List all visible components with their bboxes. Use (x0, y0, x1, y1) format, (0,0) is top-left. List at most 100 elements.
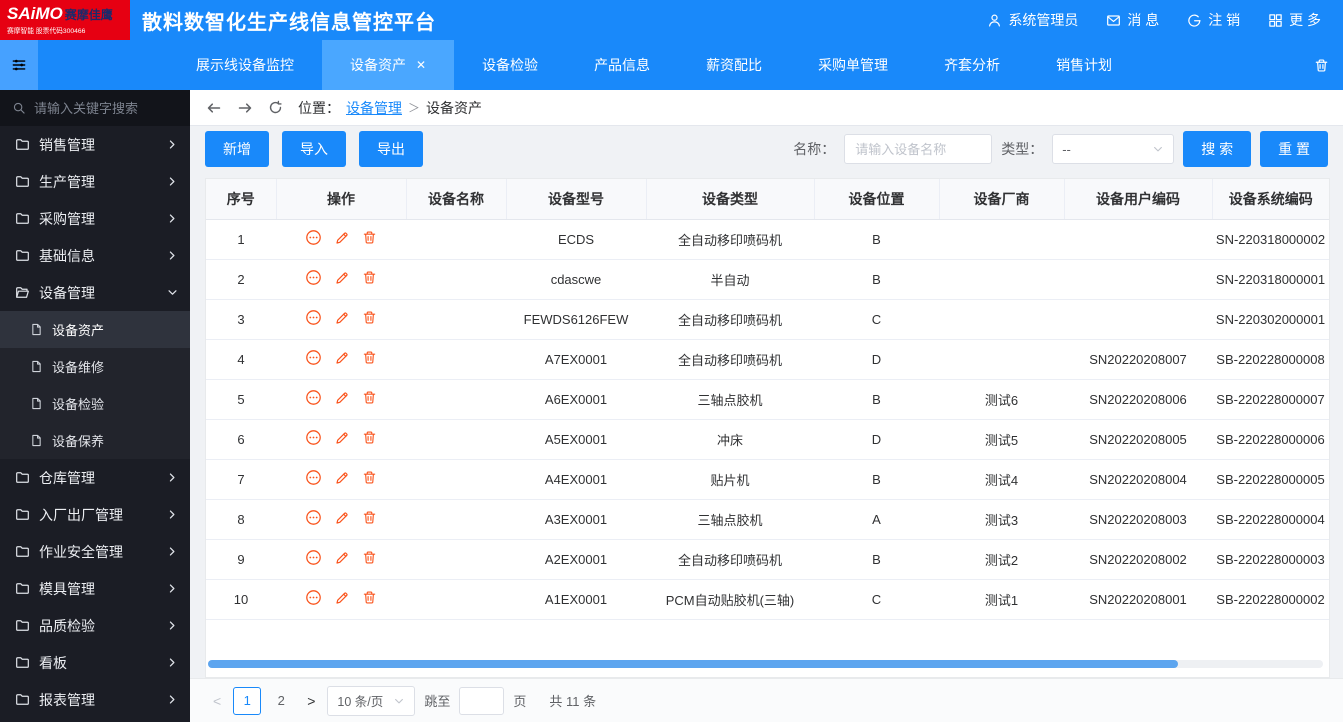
row-action-buttons (305, 469, 377, 486)
main-content: 位置： 设备管理 ＞ 设备资产 新增 导入 导出 名称： 类型： -- 搜 索 … (190, 90, 1343, 722)
header-action-messages[interactable]: 消 息 (1106, 10, 1159, 30)
sidebar-item-basic-info[interactable]: 基础信息 (0, 237, 190, 274)
edit-icon[interactable] (334, 350, 350, 366)
scrollbar-thumb[interactable] (208, 660, 1178, 668)
chevron-right-icon (167, 250, 178, 261)
edit-icon[interactable] (334, 430, 350, 446)
forward-icon[interactable] (237, 100, 253, 116)
delete-icon[interactable] (362, 590, 377, 605)
more-icon[interactable] (305, 549, 322, 566)
nav-tab-salary-ratio[interactable]: 薪资配比 (678, 40, 790, 90)
cell-model: A6EX0001 (506, 379, 646, 419)
delete-icon[interactable] (362, 270, 377, 285)
delete-icon[interactable] (362, 390, 377, 405)
sidebar-subitem-equipment-asset[interactable]: 设备资产 (0, 311, 190, 348)
delete-icon[interactable] (362, 510, 377, 525)
chevron-right-icon (167, 583, 178, 594)
nav-tab-product-info[interactable]: 产品信息 (566, 40, 678, 90)
header-action-label: 更 多 (1289, 10, 1321, 30)
sidebar-item-kanban[interactable]: 看板 (0, 644, 190, 681)
back-icon[interactable] (206, 100, 222, 116)
cell-sys-code: SB-220228000006 (1212, 419, 1329, 459)
delete-icon[interactable] (362, 430, 377, 445)
sidebar-item-work-safety[interactable]: 作业安全管理 (0, 533, 190, 570)
edit-icon[interactable] (334, 270, 350, 286)
folder-icon (15, 137, 30, 152)
sidebar-item-mold[interactable]: 模具管理 (0, 570, 190, 607)
sidebar-item-in-out-factory[interactable]: 入厂出厂管理 (0, 496, 190, 533)
nav-tab-purchase-order[interactable]: 采购单管理 (790, 40, 916, 90)
header-action-more[interactable]: 更 多 (1268, 10, 1321, 30)
nav-tab-equipment-asset[interactable]: 设备资产 ✕ (322, 40, 454, 90)
cell-user-code: SN20220208004 (1064, 459, 1212, 499)
name-filter-input[interactable] (844, 134, 992, 164)
nav-tab-sales-plan[interactable]: 销售计划 (1028, 40, 1140, 90)
chevron-down-icon (167, 287, 178, 298)
page-number-2[interactable]: 2 (267, 687, 295, 715)
page-number-1[interactable]: 1 (233, 687, 261, 715)
edit-icon[interactable] (334, 310, 350, 326)
edit-icon[interactable] (334, 470, 350, 486)
more-icon[interactable] (305, 309, 322, 326)
more-icon[interactable] (305, 509, 322, 526)
sidebar-item-quality[interactable]: 品质检验 (0, 607, 190, 644)
row-action-buttons (305, 229, 377, 246)
cell-location: B (814, 219, 939, 259)
close-all-tabs-button[interactable] (1314, 40, 1343, 90)
collapse-sidebar-button[interactable] (0, 40, 38, 90)
edit-icon[interactable] (334, 230, 350, 246)
more-icon[interactable] (305, 229, 322, 246)
add-button[interactable]: 新增 (205, 131, 269, 167)
delete-icon[interactable] (362, 470, 377, 485)
search-button[interactable]: 搜 索 (1183, 131, 1251, 167)
more-icon[interactable] (305, 429, 322, 446)
delete-icon[interactable] (362, 230, 377, 245)
nav-tab-kitting-analysis[interactable]: 齐套分析 (916, 40, 1028, 90)
sidebar-item-production[interactable]: 生产管理 (0, 163, 190, 200)
type-filter-select[interactable]: -- (1052, 134, 1174, 164)
jump-page-input[interactable] (459, 687, 504, 715)
page-size-select[interactable]: 10 条/页 (327, 686, 415, 716)
sidebar-subitem-equipment-repair[interactable]: 设备维修 (0, 348, 190, 385)
sidebar-search-input[interactable] (34, 101, 190, 116)
delete-icon[interactable] (362, 310, 377, 325)
nav-tab-line-monitor[interactable]: 展示线设备监控 (168, 40, 322, 90)
edit-icon[interactable] (334, 510, 350, 526)
sidebar-subitem-equipment-inspection[interactable]: 设备检验 (0, 385, 190, 422)
cell-sys-code: SN-220318000002 (1212, 219, 1329, 259)
cell-type: 全自动移印喷码机 (646, 339, 814, 379)
sidebar-item-warehouse[interactable]: 仓库管理 (0, 459, 190, 496)
edit-icon[interactable] (334, 550, 350, 566)
cell-vendor (939, 259, 1064, 299)
refresh-icon[interactable] (268, 100, 283, 115)
edit-icon[interactable] (334, 590, 350, 606)
more-icon[interactable] (305, 469, 322, 486)
more-icon[interactable] (305, 269, 322, 286)
next-page-button[interactable]: > (304, 693, 318, 709)
delete-icon[interactable] (362, 350, 377, 365)
cell-actions (276, 299, 406, 339)
sidebar-item-report[interactable]: 报表管理 (0, 681, 190, 718)
nav-tab-equipment-inspection[interactable]: 设备检验 (454, 40, 566, 90)
prev-page-button[interactable]: < (210, 693, 224, 709)
sidebar-item-sales[interactable]: 销售管理 (0, 126, 190, 163)
delete-icon[interactable] (362, 550, 377, 565)
more-icon[interactable] (305, 389, 322, 406)
edit-icon[interactable] (334, 390, 350, 406)
cell-actions (276, 419, 406, 459)
more-icon[interactable] (305, 589, 322, 606)
breadcrumb-link-equipment[interactable]: 设备管理 (346, 98, 402, 118)
sidebar-subitem-equipment-maintenance[interactable]: 设备保养 (0, 422, 190, 459)
close-tab-icon[interactable]: ✕ (416, 59, 426, 71)
export-button[interactable]: 导出 (359, 131, 423, 167)
sidebar-item-equipment[interactable]: 设备管理 (0, 274, 190, 311)
nav-tab-label: 设备资产 (350, 55, 406, 75)
cell-name (406, 499, 506, 539)
sidebar-item-purchase[interactable]: 采购管理 (0, 200, 190, 237)
select-chevron-icon (1152, 143, 1164, 155)
header-action-admin[interactable]: 系统管理员 (987, 10, 1078, 30)
reset-button[interactable]: 重 置 (1260, 131, 1328, 167)
import-button[interactable]: 导入 (282, 131, 346, 167)
header-action-logout[interactable]: 注 销 (1187, 10, 1240, 30)
more-icon[interactable] (305, 349, 322, 366)
